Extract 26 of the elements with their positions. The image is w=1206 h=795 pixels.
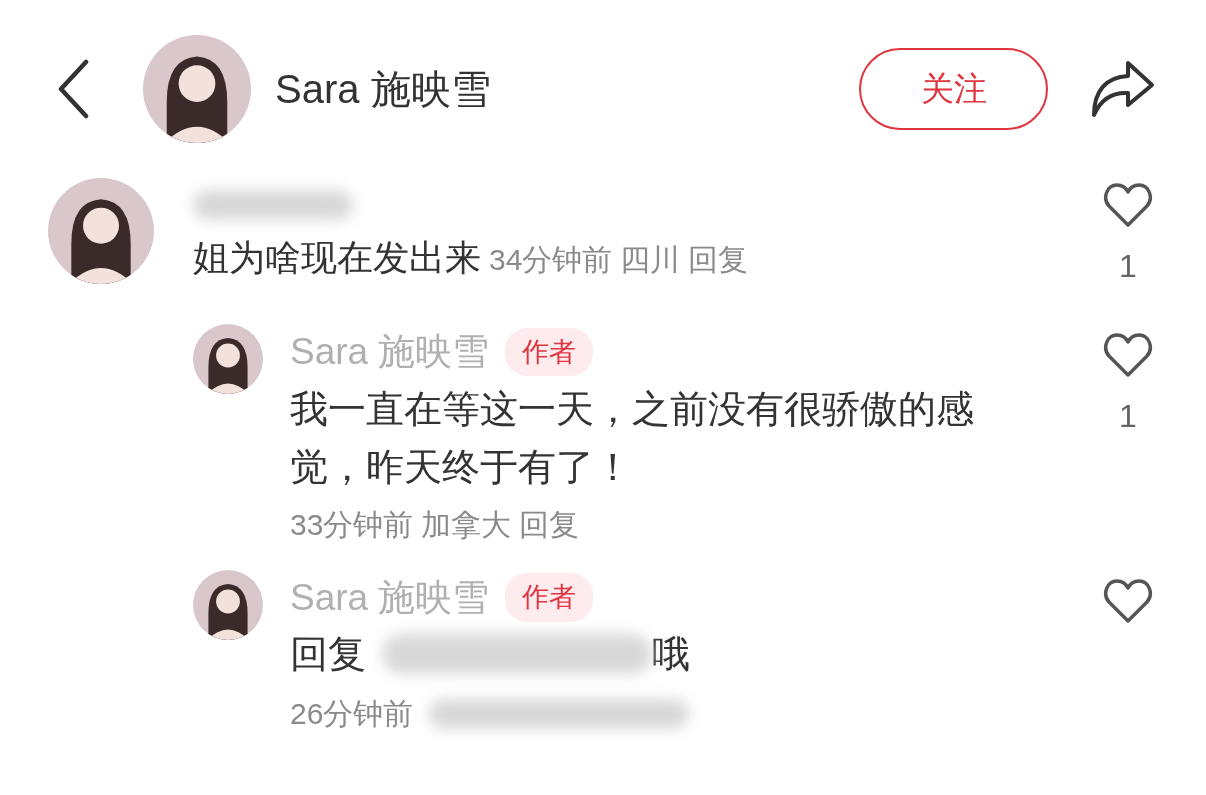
reply-author: Sara 施映雪 (290, 575, 490, 620)
location: 加拿大 (421, 506, 512, 543)
reply-author: Sara 施映雪 (290, 330, 490, 374)
share-icon[interactable] (1090, 59, 1156, 119)
like-icon[interactable] (1103, 182, 1153, 228)
reply-text: 回复 (290, 632, 366, 677)
timestamp: 34分钟前 (489, 243, 613, 276)
like-icon[interactable] (1103, 577, 1153, 624)
reply-text: 哦 (652, 632, 690, 677)
author-badge: 作者 (505, 327, 594, 376)
timestamp: 26分钟前 (290, 696, 414, 732)
location: 四川 (620, 243, 681, 276)
follow-button[interactable]: 关注 (859, 48, 1048, 130)
like-count: 1 (1119, 397, 1137, 436)
avatar (193, 324, 263, 394)
comment-text: 姐为啥现在发出来 (193, 237, 481, 278)
timestamp: 33分钟前 (290, 506, 414, 543)
author-name: Sara 施映雪 (275, 66, 492, 113)
like-count: 1 (1119, 247, 1137, 286)
back-icon[interactable] (56, 59, 90, 119)
reply-text: 我一直在等这一天，之前没有很骄傲的感觉，昨天终于有了！ (290, 386, 975, 490)
avatar (193, 569, 263, 640)
like-icon[interactable] (1103, 332, 1153, 378)
author-badge: 作者 (505, 573, 594, 622)
reply-link[interactable]: 回复 (519, 495, 580, 554)
reply-link[interactable]: 回复 (688, 243, 749, 276)
